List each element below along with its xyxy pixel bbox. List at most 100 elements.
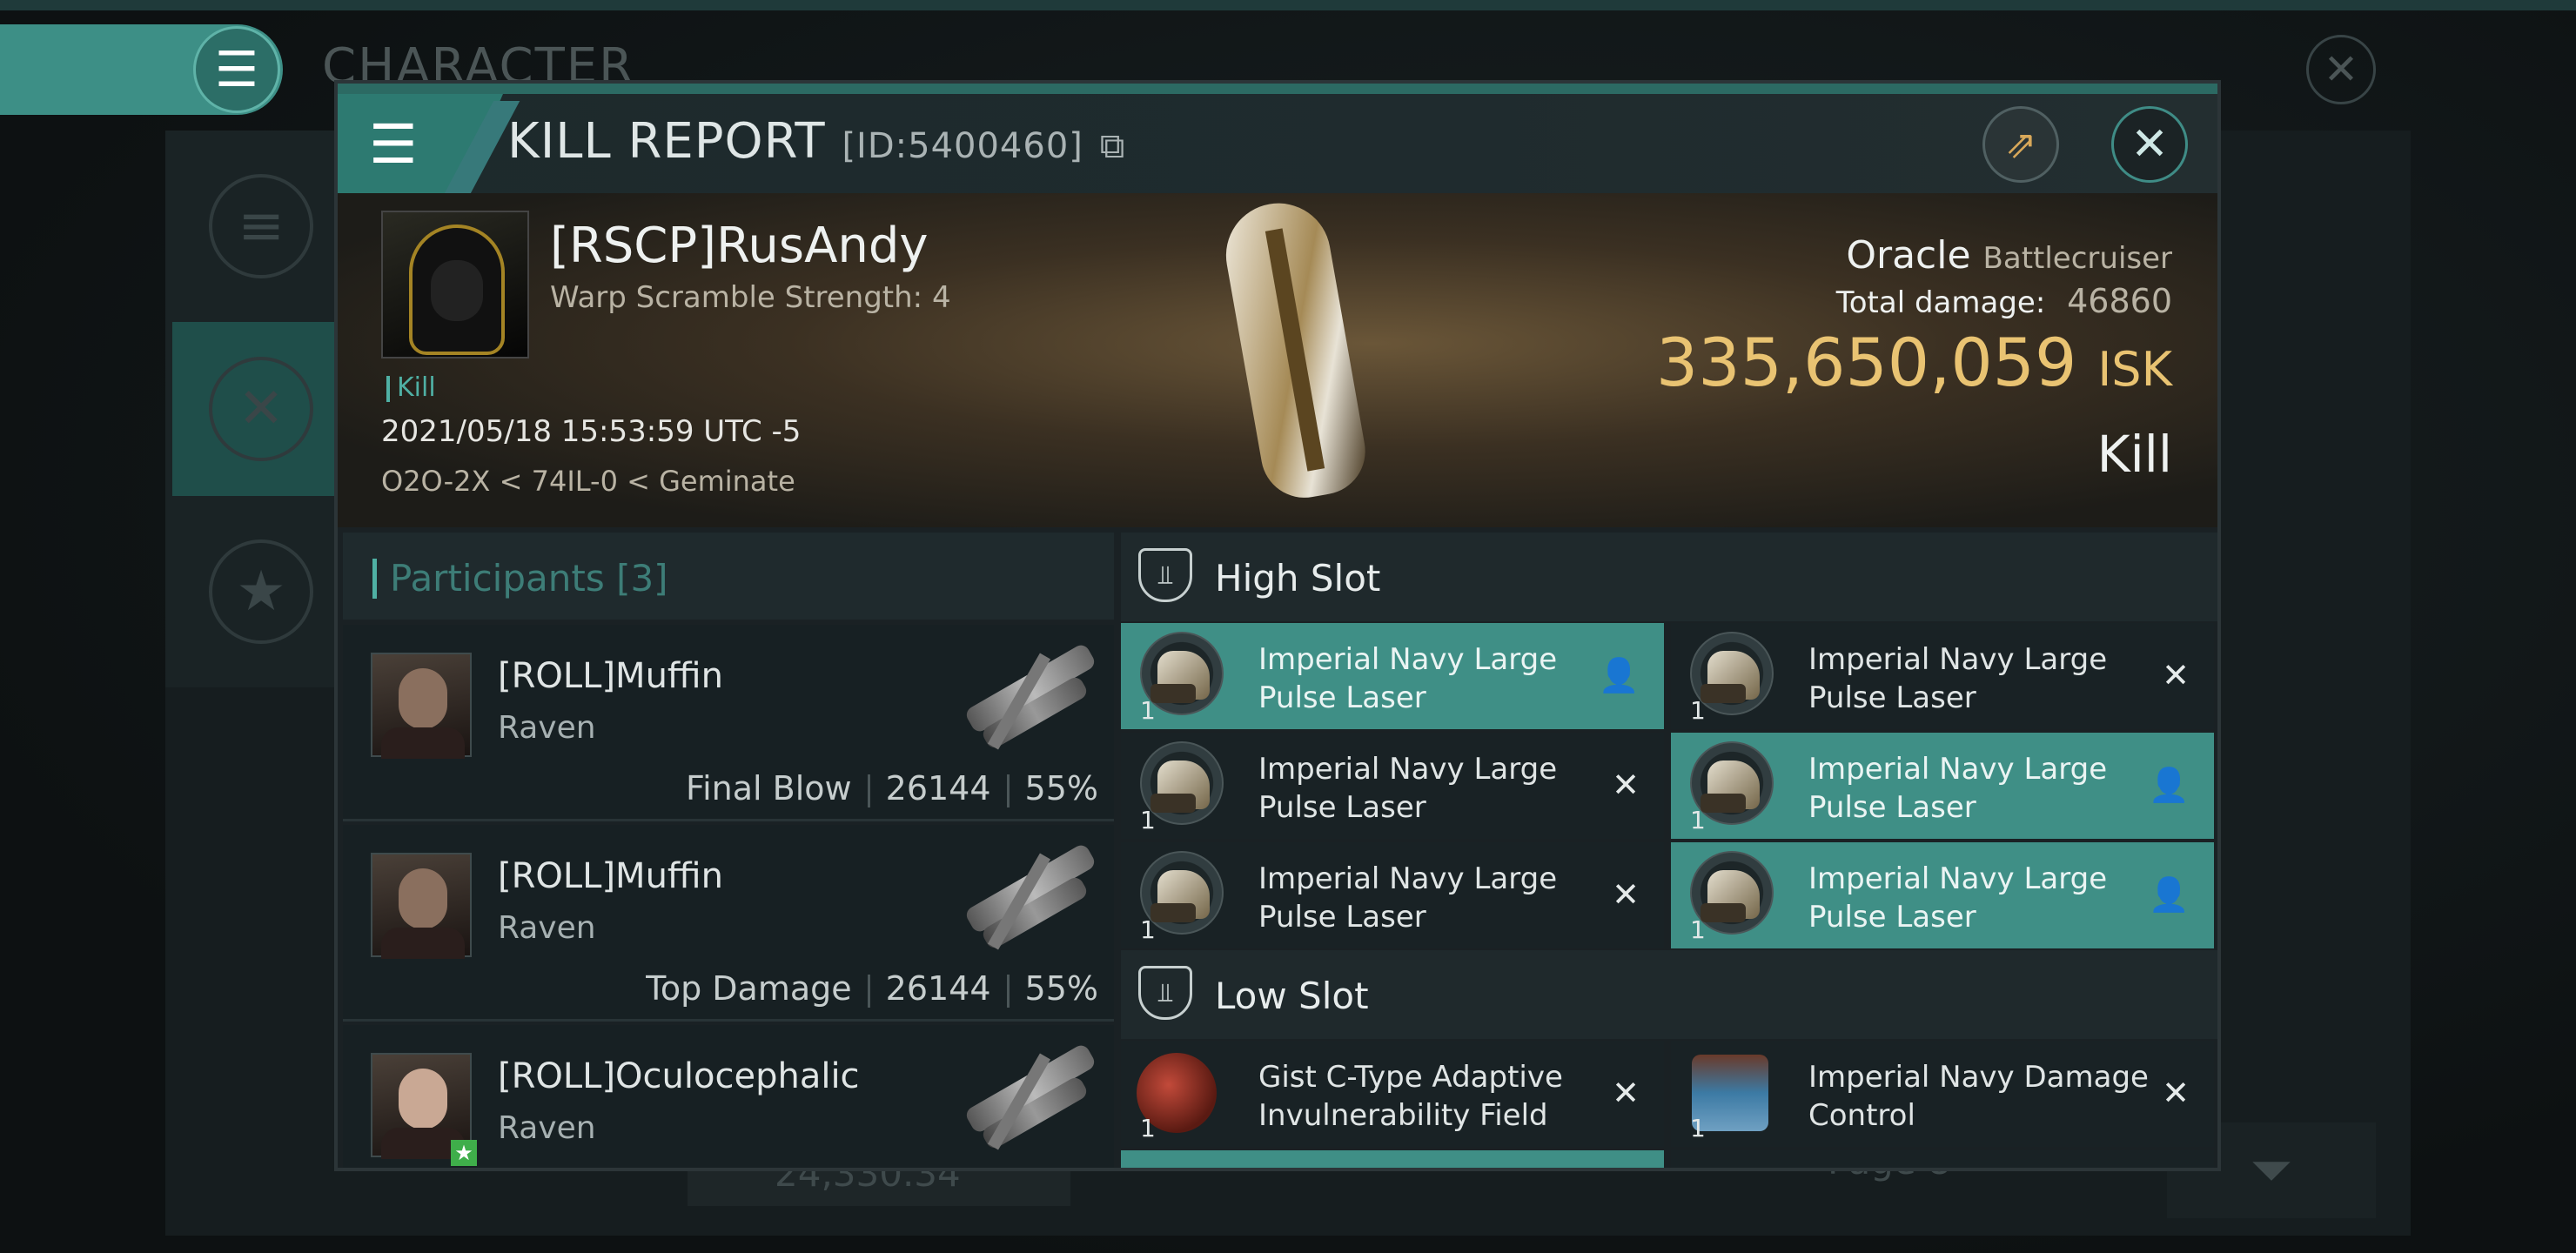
participant-row[interactable]: [ROLL]Muffin Raven Top Damage 26144 55%: [343, 825, 1114, 1022]
participant-row[interactable]: [ROLL]Muffin Raven Final Blow 26144 55%: [343, 625, 1114, 821]
participant-name: [ROLL]Muffin: [498, 856, 723, 896]
module-name: Imperial Navy Large Pulse Laser: [1258, 642, 1558, 715]
victim-ship-image[interactable]: [1208, 195, 1382, 515]
victim-ship-info: Oracle Battlecruiser: [1846, 233, 2172, 278]
star-badge-icon: ★: [451, 1140, 477, 1166]
participant-ship-image: [952, 841, 1100, 962]
module-qty: 1: [1690, 696, 1706, 725]
participant-name: [ROLL]Oculocephalic: [498, 1056, 860, 1096]
kill-tag: Kill: [386, 372, 436, 403]
main-menu-icon[interactable]: ☰: [193, 26, 280, 113]
participants-header: Participants [3]: [343, 533, 1114, 620]
module-item[interactable]: 1 Imperial Navy Large Pulse Laser ✕: [1671, 623, 2214, 729]
victim-banner: [RSCP]RusAndy Warp Scramble Strength: 4 …: [338, 193, 2217, 527]
x-icon: ✕: [2162, 1074, 2190, 1112]
module-item[interactable]: 1 Imperial Navy Large Pulse Laser ✕: [1121, 842, 1664, 948]
high-slot-header: ⫫ High Slot: [1121, 533, 2217, 621]
high-slot-icon: ⫫: [1138, 548, 1192, 602]
copy-icon[interactable]: ⧉: [1100, 126, 1126, 166]
avatar[interactable]: [371, 853, 472, 959]
x-icon: ✕: [1612, 1074, 1640, 1112]
x-icon: ✕: [1612, 766, 1640, 804]
kill-report-window: ☰ KILL REPORT [ID:5400460] ⧉ ⇗ ✕ [RSCP]R…: [334, 80, 2221, 1171]
participants-panel: Participants [3] [ROLL]Muffin Raven Fina…: [343, 533, 1114, 1168]
participant-stats: Final Blow 26144 55%: [686, 769, 1098, 807]
module-item[interactable]: 1 Gist C-Type Adaptive Invulnerability F…: [1121, 1041, 1664, 1147]
share-icon[interactable]: ⇗: [1982, 106, 2059, 183]
result-label: Kill: [2096, 425, 2172, 484]
module-qty: 1: [1140, 806, 1156, 834]
victim-name[interactable]: [RSCP]RusAndy: [550, 218, 929, 274]
low-slot-icon: ⫫: [1138, 966, 1192, 1020]
participants-count: [3]: [616, 557, 668, 600]
module-name: Gist C-Type Adaptive Invulnerability Fie…: [1258, 1060, 1563, 1133]
victim-portrait[interactable]: [381, 211, 529, 358]
top-accent-line: [0, 0, 2576, 10]
avatar-head: [399, 868, 447, 929]
low-slot-header: ⫫ Low Slot: [1121, 950, 2217, 1039]
x-icon: ✕: [1612, 875, 1640, 914]
module-item[interactable]: 1 Imperial Navy Large Pulse Laser 👤: [1671, 733, 2214, 839]
total-damage-label: Total damage:: [1835, 285, 2046, 320]
module-name: Imperial Navy Damage Control: [1808, 1060, 2149, 1133]
participant-damage: 26144: [885, 769, 991, 807]
kill-location[interactable]: O2O-2X < 74IL-0 < Geminate: [381, 465, 795, 498]
participant-percent: 55%: [1024, 969, 1098, 1008]
fitting-panel: ⫫ High Slot 1 Imperial Navy Large Pulse …: [1121, 533, 2217, 1168]
portrait-face: [431, 260, 483, 321]
ship-name: Oracle: [1846, 233, 1971, 278]
participant-ship-image: [952, 1041, 1100, 1163]
participant-ship: Raven: [498, 1110, 596, 1146]
close-icon[interactable]: ✕: [2111, 106, 2188, 183]
avatar-head: [399, 668, 447, 729]
x-icon: ✕: [2162, 656, 2190, 694]
high-slot-title: High Slot: [1215, 557, 1381, 600]
module-item[interactable]: 1 Imperial Navy Damage Control ✕: [1671, 1041, 2214, 1147]
avatar-head: [399, 1069, 447, 1129]
person-icon: 👤: [2148, 766, 2190, 804]
person-icon: 👤: [1598, 656, 1640, 694]
module-qty: 1: [1690, 915, 1706, 944]
avatar-body: [381, 727, 465, 759]
participant-role: Final Blow: [686, 769, 852, 807]
participant-percent: 55%: [1024, 769, 1098, 807]
avatar-body: [381, 928, 465, 959]
sidebar-star-icon[interactable]: ★: [209, 539, 313, 644]
module-name: Imperial Navy Large Pulse Laser: [1808, 752, 2108, 825]
window-title-text: KILL REPORT: [507, 113, 826, 170]
module-qty: 1: [1140, 915, 1156, 944]
module-qty: 1: [1690, 1114, 1706, 1142]
avatar[interactable]: [371, 653, 472, 759]
ship-class: Battlecruiser: [1982, 241, 2172, 276]
kill-id: [ID:5400460]: [842, 126, 1083, 166]
participants-accent: [372, 559, 377, 599]
sidebar-list-icon[interactable]: ≡: [209, 174, 313, 278]
module-item[interactable]: 1 Imperial Navy Large Pulse Laser ✕: [1121, 733, 1664, 839]
participant-row[interactable]: ★ [ROLL]Oculocephalic Raven: [343, 1025, 1114, 1168]
isk-value: 335,650,059 ISK: [1656, 324, 2172, 401]
sidebar-swords-icon[interactable]: ✕: [209, 357, 313, 461]
participant-name: [ROLL]Muffin: [498, 656, 723, 696]
module-name: Imperial Navy Large Pulse Laser: [1258, 752, 1558, 825]
participants-label: Participants: [390, 557, 605, 600]
module-name: Imperial Navy Large Pulse Laser: [1808, 642, 2108, 715]
isk-amount: 335,650,059: [1655, 324, 2077, 401]
background-close-icon[interactable]: ✕: [2306, 35, 2376, 104]
module-item-partial[interactable]: [1671, 1150, 2214, 1168]
participant-ship-image: [952, 640, 1100, 762]
participant-stats: Top Damage 26144 55%: [646, 969, 1098, 1008]
module-qty: 1: [1140, 1114, 1156, 1142]
module-item-partial[interactable]: [1121, 1150, 1664, 1168]
low-slot-title: Low Slot: [1215, 975, 1369, 1017]
window-title: KILL REPORT [ID:5400460] ⧉: [507, 113, 1125, 170]
module-name: Imperial Navy Large Pulse Laser: [1808, 861, 2108, 935]
module-qty: 1: [1690, 806, 1706, 834]
window-top-accent: [338, 84, 2217, 94]
module-item[interactable]: 1 Imperial Navy Large Pulse Laser 👤: [1671, 842, 2214, 948]
warp-scramble-strength: Warp Scramble Strength: 4: [550, 280, 951, 315]
total-damage-value: 46860: [2067, 282, 2172, 320]
participant-ship: Raven: [498, 910, 596, 946]
module-item[interactable]: 1 Imperial Navy Large Pulse Laser 👤: [1121, 623, 1664, 729]
module-name: Imperial Navy Large Pulse Laser: [1258, 861, 1558, 935]
participants-title: Participants [3]: [390, 557, 668, 600]
